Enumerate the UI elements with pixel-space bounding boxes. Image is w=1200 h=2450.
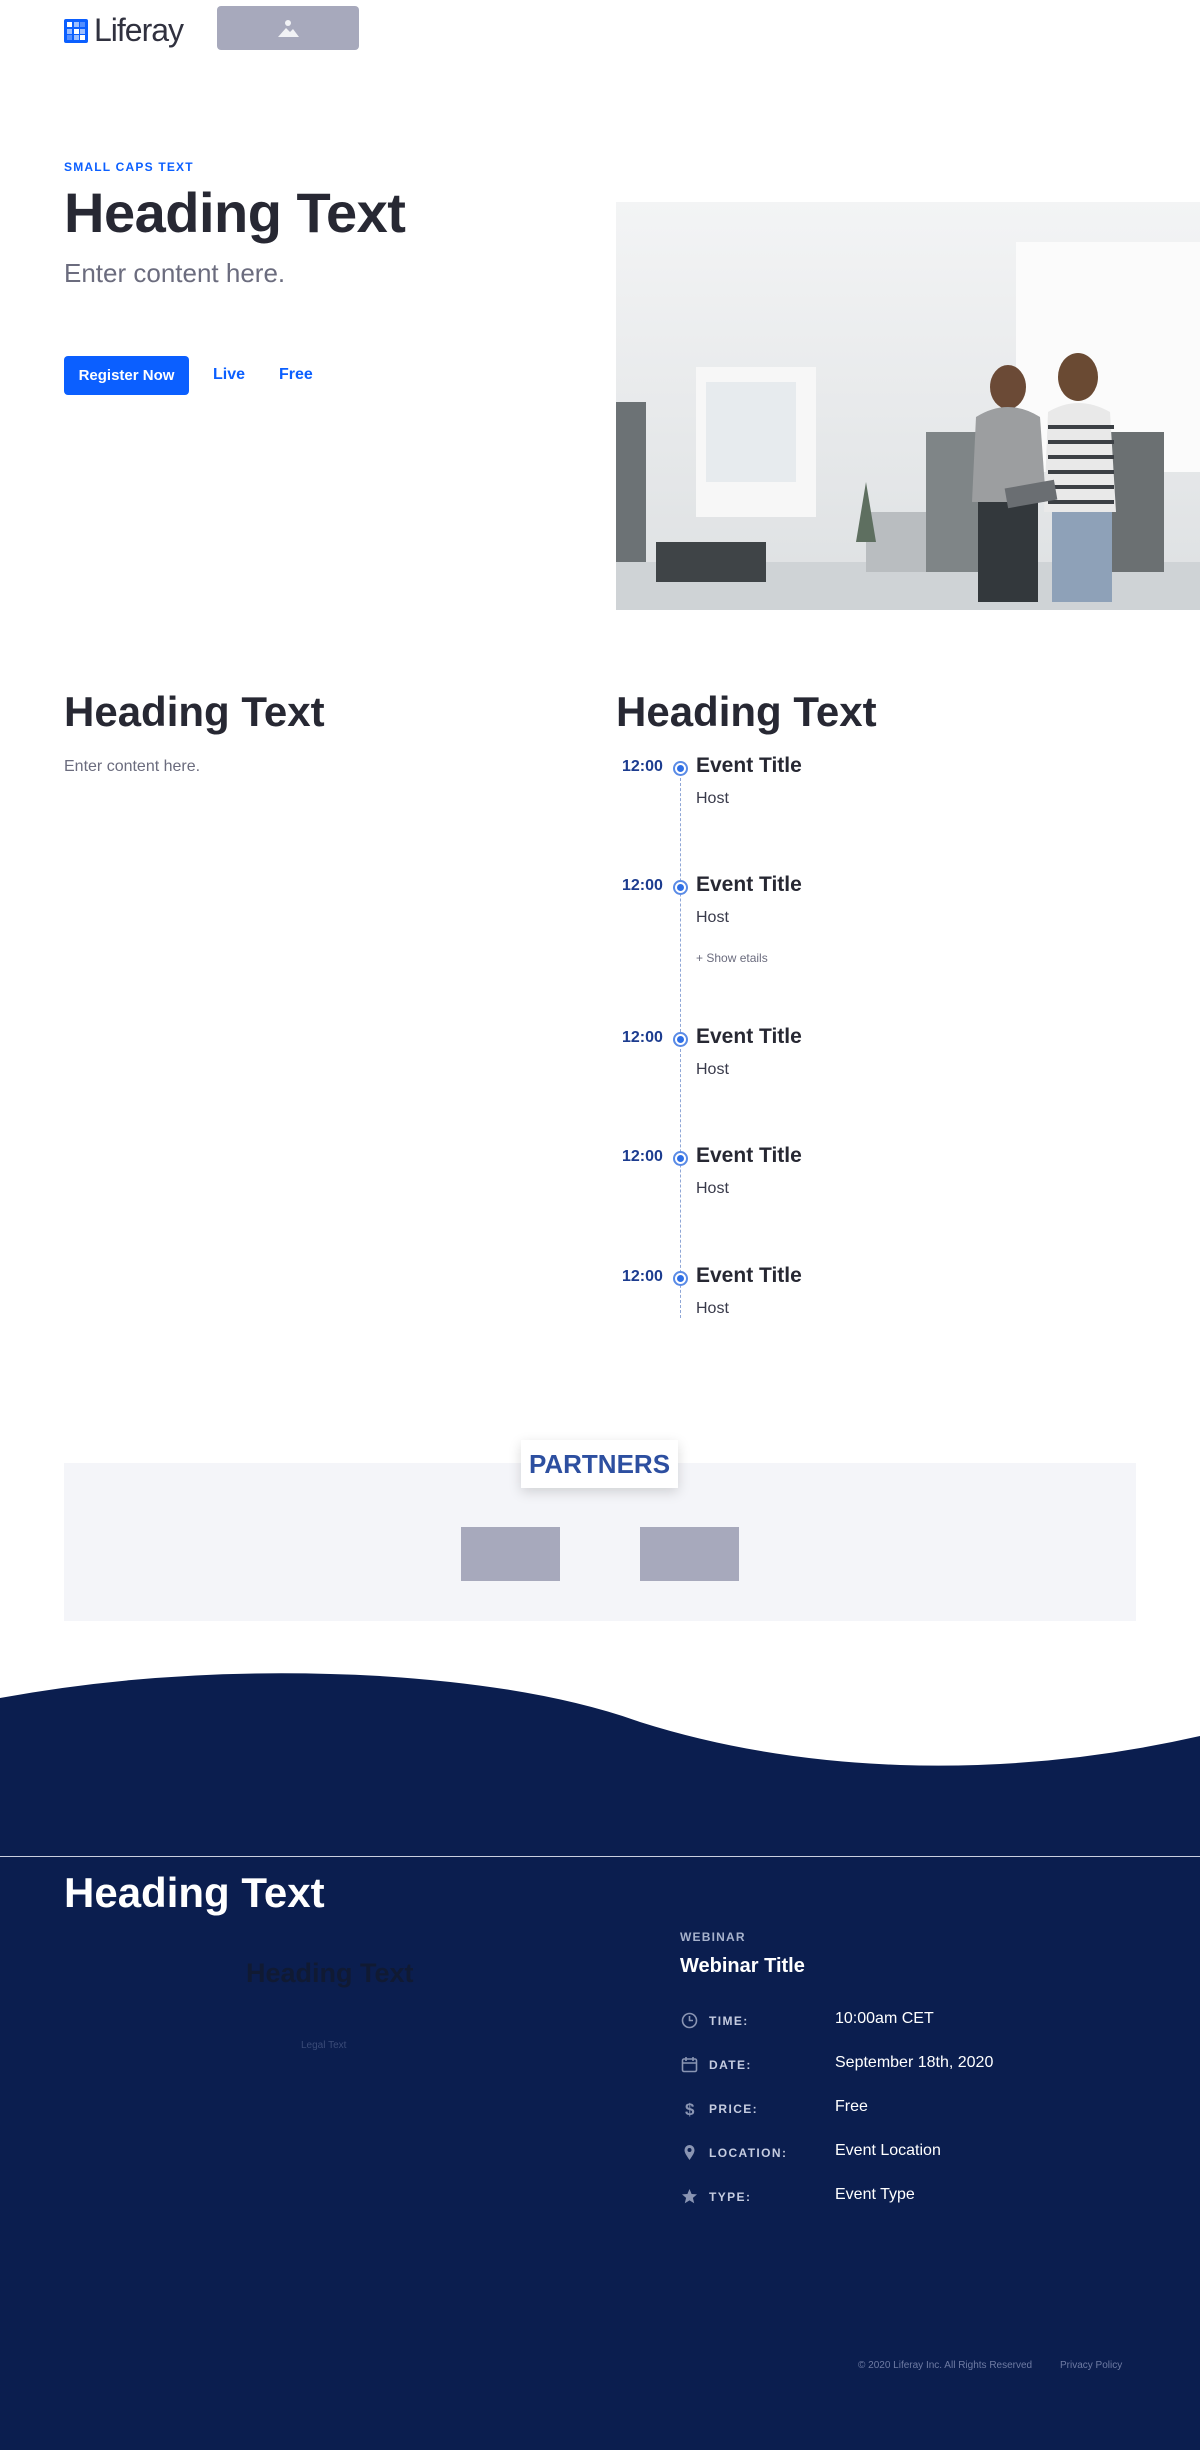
webinar-kicker: WEBINAR (680, 1930, 746, 1944)
timeline-dot-icon (673, 1032, 688, 1047)
section-left-title: Heading Text (64, 688, 325, 735)
event-time: 12:00 (622, 758, 663, 775)
hero-small-caps: SMALL CAPS TEXT (64, 160, 194, 174)
agenda-title: Heading Text (616, 688, 877, 735)
event-time: 12:00 (622, 877, 663, 894)
detail-label: PRICE: (709, 2102, 759, 2116)
event-host: Host (696, 790, 729, 807)
timeline-dot-icon (673, 1151, 688, 1166)
detail-row-time: TIME: 10:00am CET (680, 2009, 1140, 2033)
detail-value: 10:00am CET (835, 2010, 934, 2027)
event-host: Host (696, 1061, 729, 1078)
liferay-logo[interactable]: Liferay (64, 12, 184, 49)
show-details-link[interactable]: + Show etails (696, 951, 768, 965)
footer-wave (0, 1673, 1200, 1860)
detail-label: LOCATION: (709, 2146, 788, 2160)
privacy-policy-link[interactable]: Privacy Policy (1060, 2360, 1122, 2371)
detail-row-price: $ PRICE: Free (680, 2097, 1140, 2121)
event-time: 12:00 (622, 1268, 663, 1285)
detail-value: Event Location (835, 2142, 941, 2159)
detail-value: Event Type (835, 2186, 915, 2203)
event-host: Host (696, 1180, 729, 1197)
detail-label: DATE: (709, 2058, 752, 2072)
timeline-dot-icon (673, 761, 688, 776)
timeline-dot-icon (673, 1271, 688, 1286)
logo-text: Liferay (94, 12, 184, 48)
event-title: Event Title (696, 1144, 802, 1167)
detail-row-type: TYPE: Event Type (680, 2185, 1140, 2209)
hero-title: Heading Text (64, 181, 406, 244)
timeline-dot-icon (673, 880, 688, 895)
calendar-icon (680, 2055, 698, 2073)
event-host: Host (696, 1300, 729, 1317)
clock-icon (680, 2011, 698, 2029)
partner-logo[interactable] (461, 1527, 560, 1581)
copyright-text: © 2020 Liferay Inc. All Rights Reserved (858, 2360, 1033, 2371)
footer-secondary-heading: Heading Text (246, 1958, 414, 1988)
partners-label: PARTNERS (521, 1440, 678, 1488)
event-title: Event Title (696, 873, 802, 896)
image-placeholder-icon (278, 20, 299, 37)
footer-title: Heading Text (64, 1869, 325, 1916)
detail-row-location: LOCATION: Event Location (680, 2141, 1140, 2165)
partner-logo[interactable] (640, 1527, 739, 1581)
star-icon (680, 2187, 698, 2205)
event-time: 12:00 (622, 1029, 663, 1046)
map-pin-icon (680, 2143, 698, 2161)
hero-photo (616, 202, 1200, 610)
free-link[interactable]: Free (279, 366, 313, 384)
event-title: Event Title (696, 1025, 802, 1048)
header-image-placeholder (217, 6, 359, 50)
liferay-logo-icon (64, 18, 88, 43)
register-now-button[interactable]: Register Now (64, 356, 189, 395)
live-link[interactable]: Live (213, 366, 245, 384)
legal-text: Legal Text (301, 2040, 347, 2051)
detail-row-date: DATE: September 18th, 2020 (680, 2053, 1140, 2077)
detail-value: Free (835, 2098, 868, 2115)
hero-subtitle: Enter content here. (64, 258, 286, 288)
event-time: 12:00 (622, 1148, 663, 1165)
event-title: Event Title (696, 1264, 802, 1287)
event-title: Event Title (696, 754, 802, 777)
detail-label: TIME: (709, 2014, 749, 2028)
dollar-icon: $ (680, 2099, 698, 2117)
svg-text:$: $ (685, 2100, 695, 2117)
webinar-title: Webinar Title (680, 1955, 805, 1977)
detail-label: TYPE: (709, 2190, 752, 2204)
detail-value: September 18th, 2020 (835, 2054, 994, 2071)
footer-divider (0, 1856, 1200, 1857)
event-host: Host (696, 909, 729, 926)
section-left-body: Enter content here. (64, 758, 201, 775)
